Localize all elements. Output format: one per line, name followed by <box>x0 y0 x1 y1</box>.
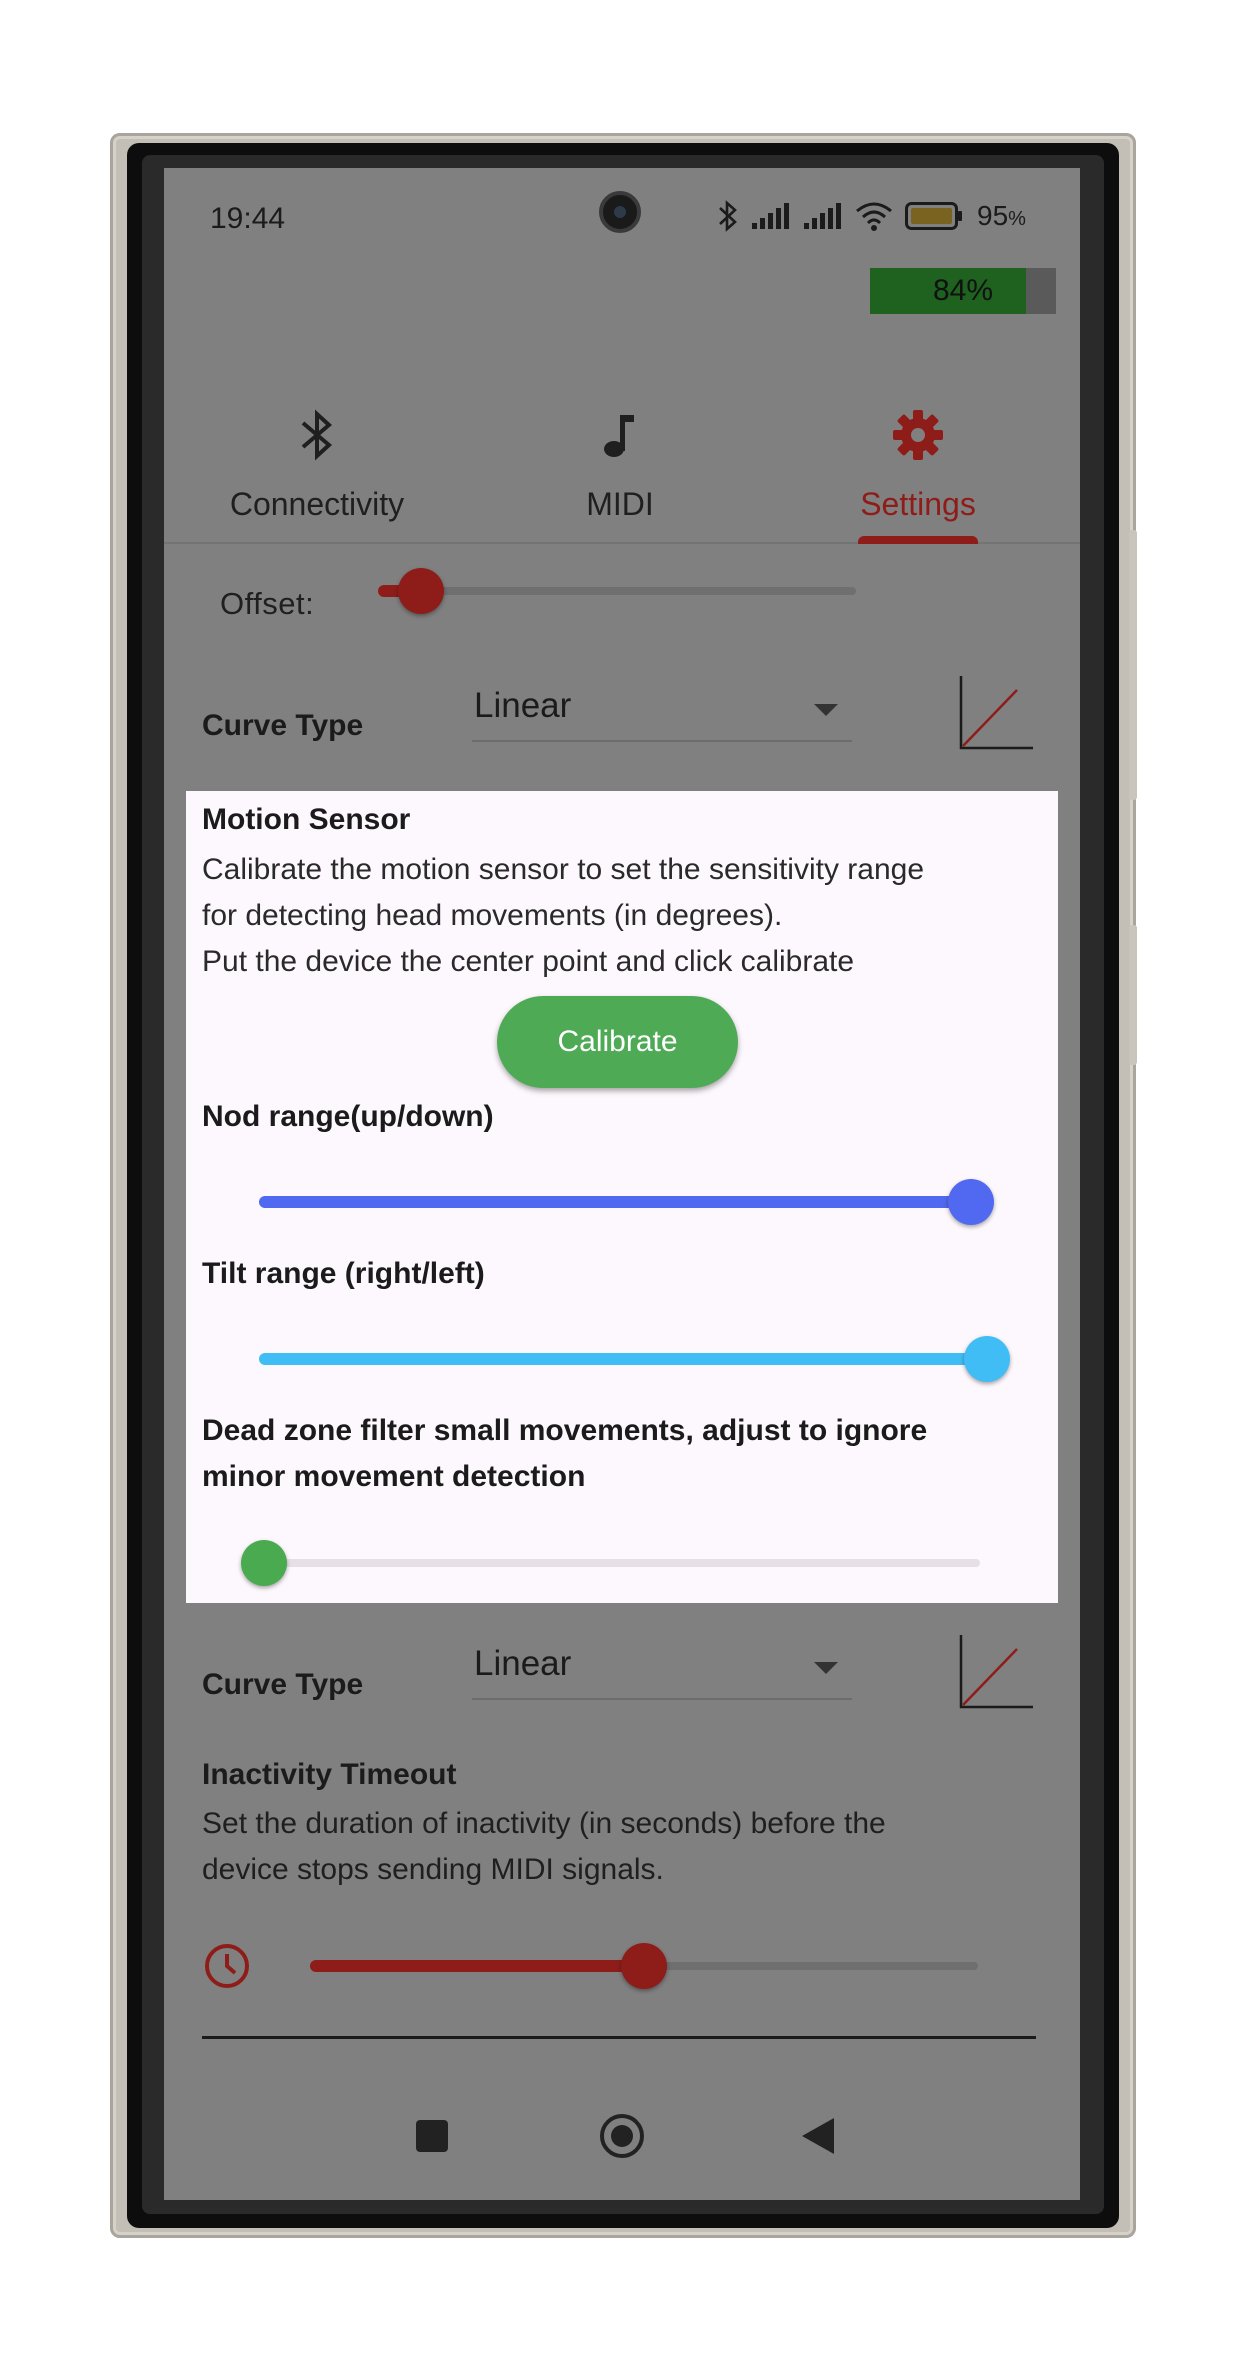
tab-settings[interactable]: Settings <box>768 390 1068 542</box>
wifi-icon <box>855 201 893 231</box>
offset-slider[interactable] <box>378 568 856 614</box>
curve-type-label: Curve Type <box>202 1668 364 1701</box>
offset-slider-thumb[interactable] <box>398 568 445 614</box>
tab-bar: Connectivity MIDI Settings <box>164 390 1080 542</box>
home-button[interactable] <box>582 2098 662 2178</box>
back-button[interactable] <box>778 2098 858 2178</box>
curve-type-dropdown[interactable]: Linear <box>472 1638 852 1700</box>
nod-slider-active <box>259 1196 971 1208</box>
tilt-slider-thumb[interactable] <box>964 1336 1010 1382</box>
inactivity-slider[interactable] <box>310 1943 978 1989</box>
dead-zone-label-line: Dead zone filter small movements, adjust… <box>202 1414 928 1447</box>
dead-zone-slider-thumb[interactable] <box>241 1540 287 1586</box>
linear-curve-icon <box>959 1633 1035 1709</box>
curve-type-label: Curve Type <box>202 709 364 742</box>
motion-sensor-description-line: for detecting head movements (in degrees… <box>202 899 783 932</box>
inactivity-description-line: device stops sending MIDI signals. <box>202 1853 664 1886</box>
curve-type-value: Linear <box>474 686 572 725</box>
offset-label: Offset: <box>220 586 315 621</box>
nod-range-slider[interactable] <box>259 1177 994 1227</box>
tab-settings-label: Settings <box>860 486 976 522</box>
status-icons: 95% <box>717 196 1026 236</box>
front-camera <box>599 191 641 233</box>
battery-percent: 95% <box>977 200 1026 231</box>
dead-zone-slider[interactable] <box>241 1538 980 1588</box>
battery-icon <box>905 202 963 230</box>
offset-slider-track <box>378 587 856 595</box>
home-circle-icon <box>599 2113 645 2164</box>
linear-curve-icon <box>959 674 1035 750</box>
dropdown-arrow-icon <box>814 1662 838 1674</box>
inactivity-slider-active <box>310 1960 644 1972</box>
tab-connectivity-label: Connectivity <box>229 486 405 522</box>
motion-sensor-card: Motion Sensor Calibrate the motion senso… <box>186 791 1058 1603</box>
nod-range-label: Nod range(up/down) <box>202 1100 494 1133</box>
inactivity-slider-thumb[interactable] <box>621 1943 667 1989</box>
motion-sensor-title: Motion Sensor <box>202 803 411 836</box>
dead-zone-label: Dead zone filter small movements, adjust… <box>202 1408 927 1500</box>
music-note-icon <box>470 390 770 480</box>
clock-icon <box>202 1941 252 1991</box>
inactivity-description: Set the duration of inactivity (in secon… <box>202 1801 1042 1893</box>
tab-midi[interactable]: MIDI <box>470 390 770 542</box>
tab-active-indicator <box>858 536 978 544</box>
device-battery-indicator: 84% <box>870 268 1056 314</box>
dropdown-arrow-icon <box>814 704 838 716</box>
status-time: 19:44 <box>210 202 286 235</box>
nod-slider-thumb[interactable] <box>948 1179 994 1225</box>
side-button-power <box>1129 530 1137 800</box>
square-icon <box>415 2119 449 2158</box>
bluetooth-status-icon <box>717 198 739 234</box>
motion-sensor-description: Calibrate the motion sensor to set the s… <box>202 847 1052 985</box>
tilt-range-label: Tilt range (right/left) <box>202 1257 485 1290</box>
tilt-slider-active <box>259 1353 987 1365</box>
inactivity-description-line: Set the duration of inactivity (in secon… <box>202 1807 886 1840</box>
back-triangle-icon <box>800 2116 836 2161</box>
inactivity-divider <box>202 2036 1036 2039</box>
signal-icon <box>751 201 791 231</box>
recents-button[interactable] <box>392 2098 472 2178</box>
tab-midi-label: MIDI <box>586 486 654 522</box>
tab-connectivity[interactable]: Connectivity <box>167 390 467 542</box>
inactivity-title: Inactivity Timeout <box>202 1758 457 1791</box>
dead-zone-slider-track <box>264 1559 980 1567</box>
device-battery-label: 84% <box>932 274 994 307</box>
curve-type-dropdown[interactable]: Linear <box>472 680 852 742</box>
screen: 19:44 95% 84% Connectivity MIDI Settings… <box>164 168 1080 2200</box>
calibrate-button[interactable]: Calibrate <box>497 996 738 1088</box>
dead-zone-label-line: minor movement detection <box>202 1460 586 1493</box>
tilt-range-slider[interactable] <box>259 1334 1010 1384</box>
side-button-volume <box>1129 925 1137 1065</box>
gear-icon <box>768 390 1068 480</box>
motion-sensor-description-line: Put the device the center point and clic… <box>202 945 855 978</box>
curve-type-value: Linear <box>474 1644 572 1683</box>
motion-sensor-description-line: Calibrate the motion sensor to set the s… <box>202 853 925 886</box>
bluetooth-icon <box>167 390 467 480</box>
signal-icon-2 <box>803 201 843 231</box>
